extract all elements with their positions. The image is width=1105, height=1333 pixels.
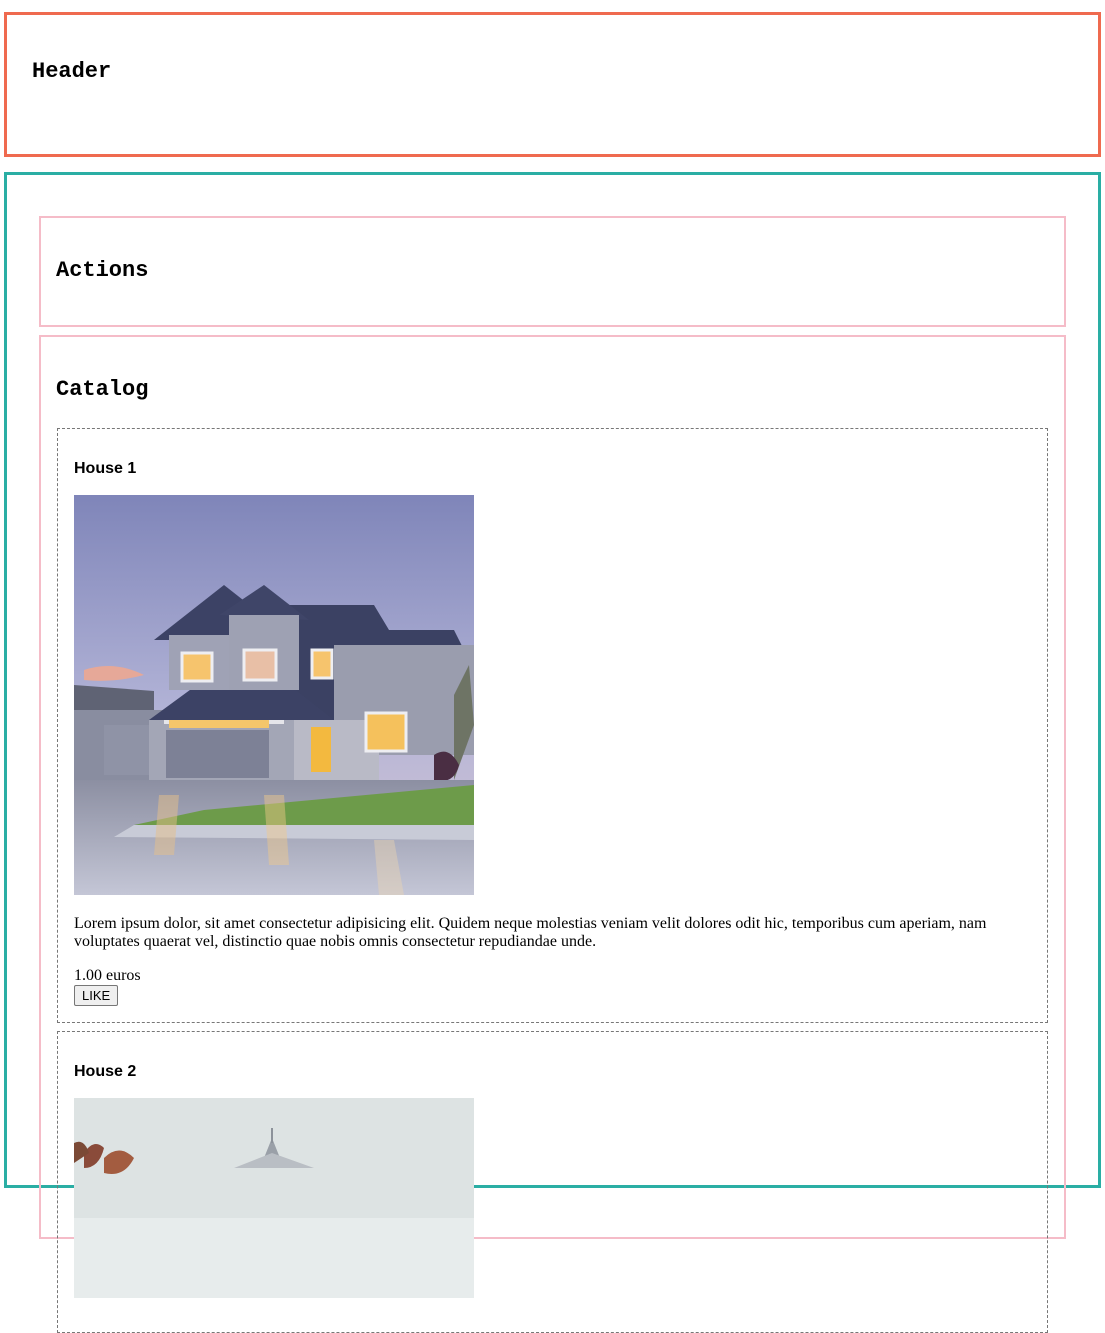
catalog-item-house-1: House 1 Lorem ipsum dolor, sit amet cons… — [57, 428, 1048, 1023]
catalog-item-title: House 2 — [74, 1063, 137, 1080]
header-section — [4, 12, 1101, 157]
catalog-item-description: Lorem ipsum dolor, sit amet consectetur … — [74, 915, 987, 950]
catalog-item-price: 1.00 euros — [74, 967, 141, 984]
catalog-item-house-2: House 2 — [57, 1031, 1048, 1333]
house-photo — [74, 495, 474, 895]
like-button[interactable]: LIKE — [74, 985, 119, 1006]
header-title: Header — [32, 59, 112, 84]
catalog-item-title: House 1 — [74, 460, 137, 477]
actions-title: Actions — [56, 258, 149, 283]
catalog-title: Catalog — [56, 377, 149, 402]
actions-section — [39, 216, 1066, 327]
house-photo — [74, 1098, 474, 1298]
